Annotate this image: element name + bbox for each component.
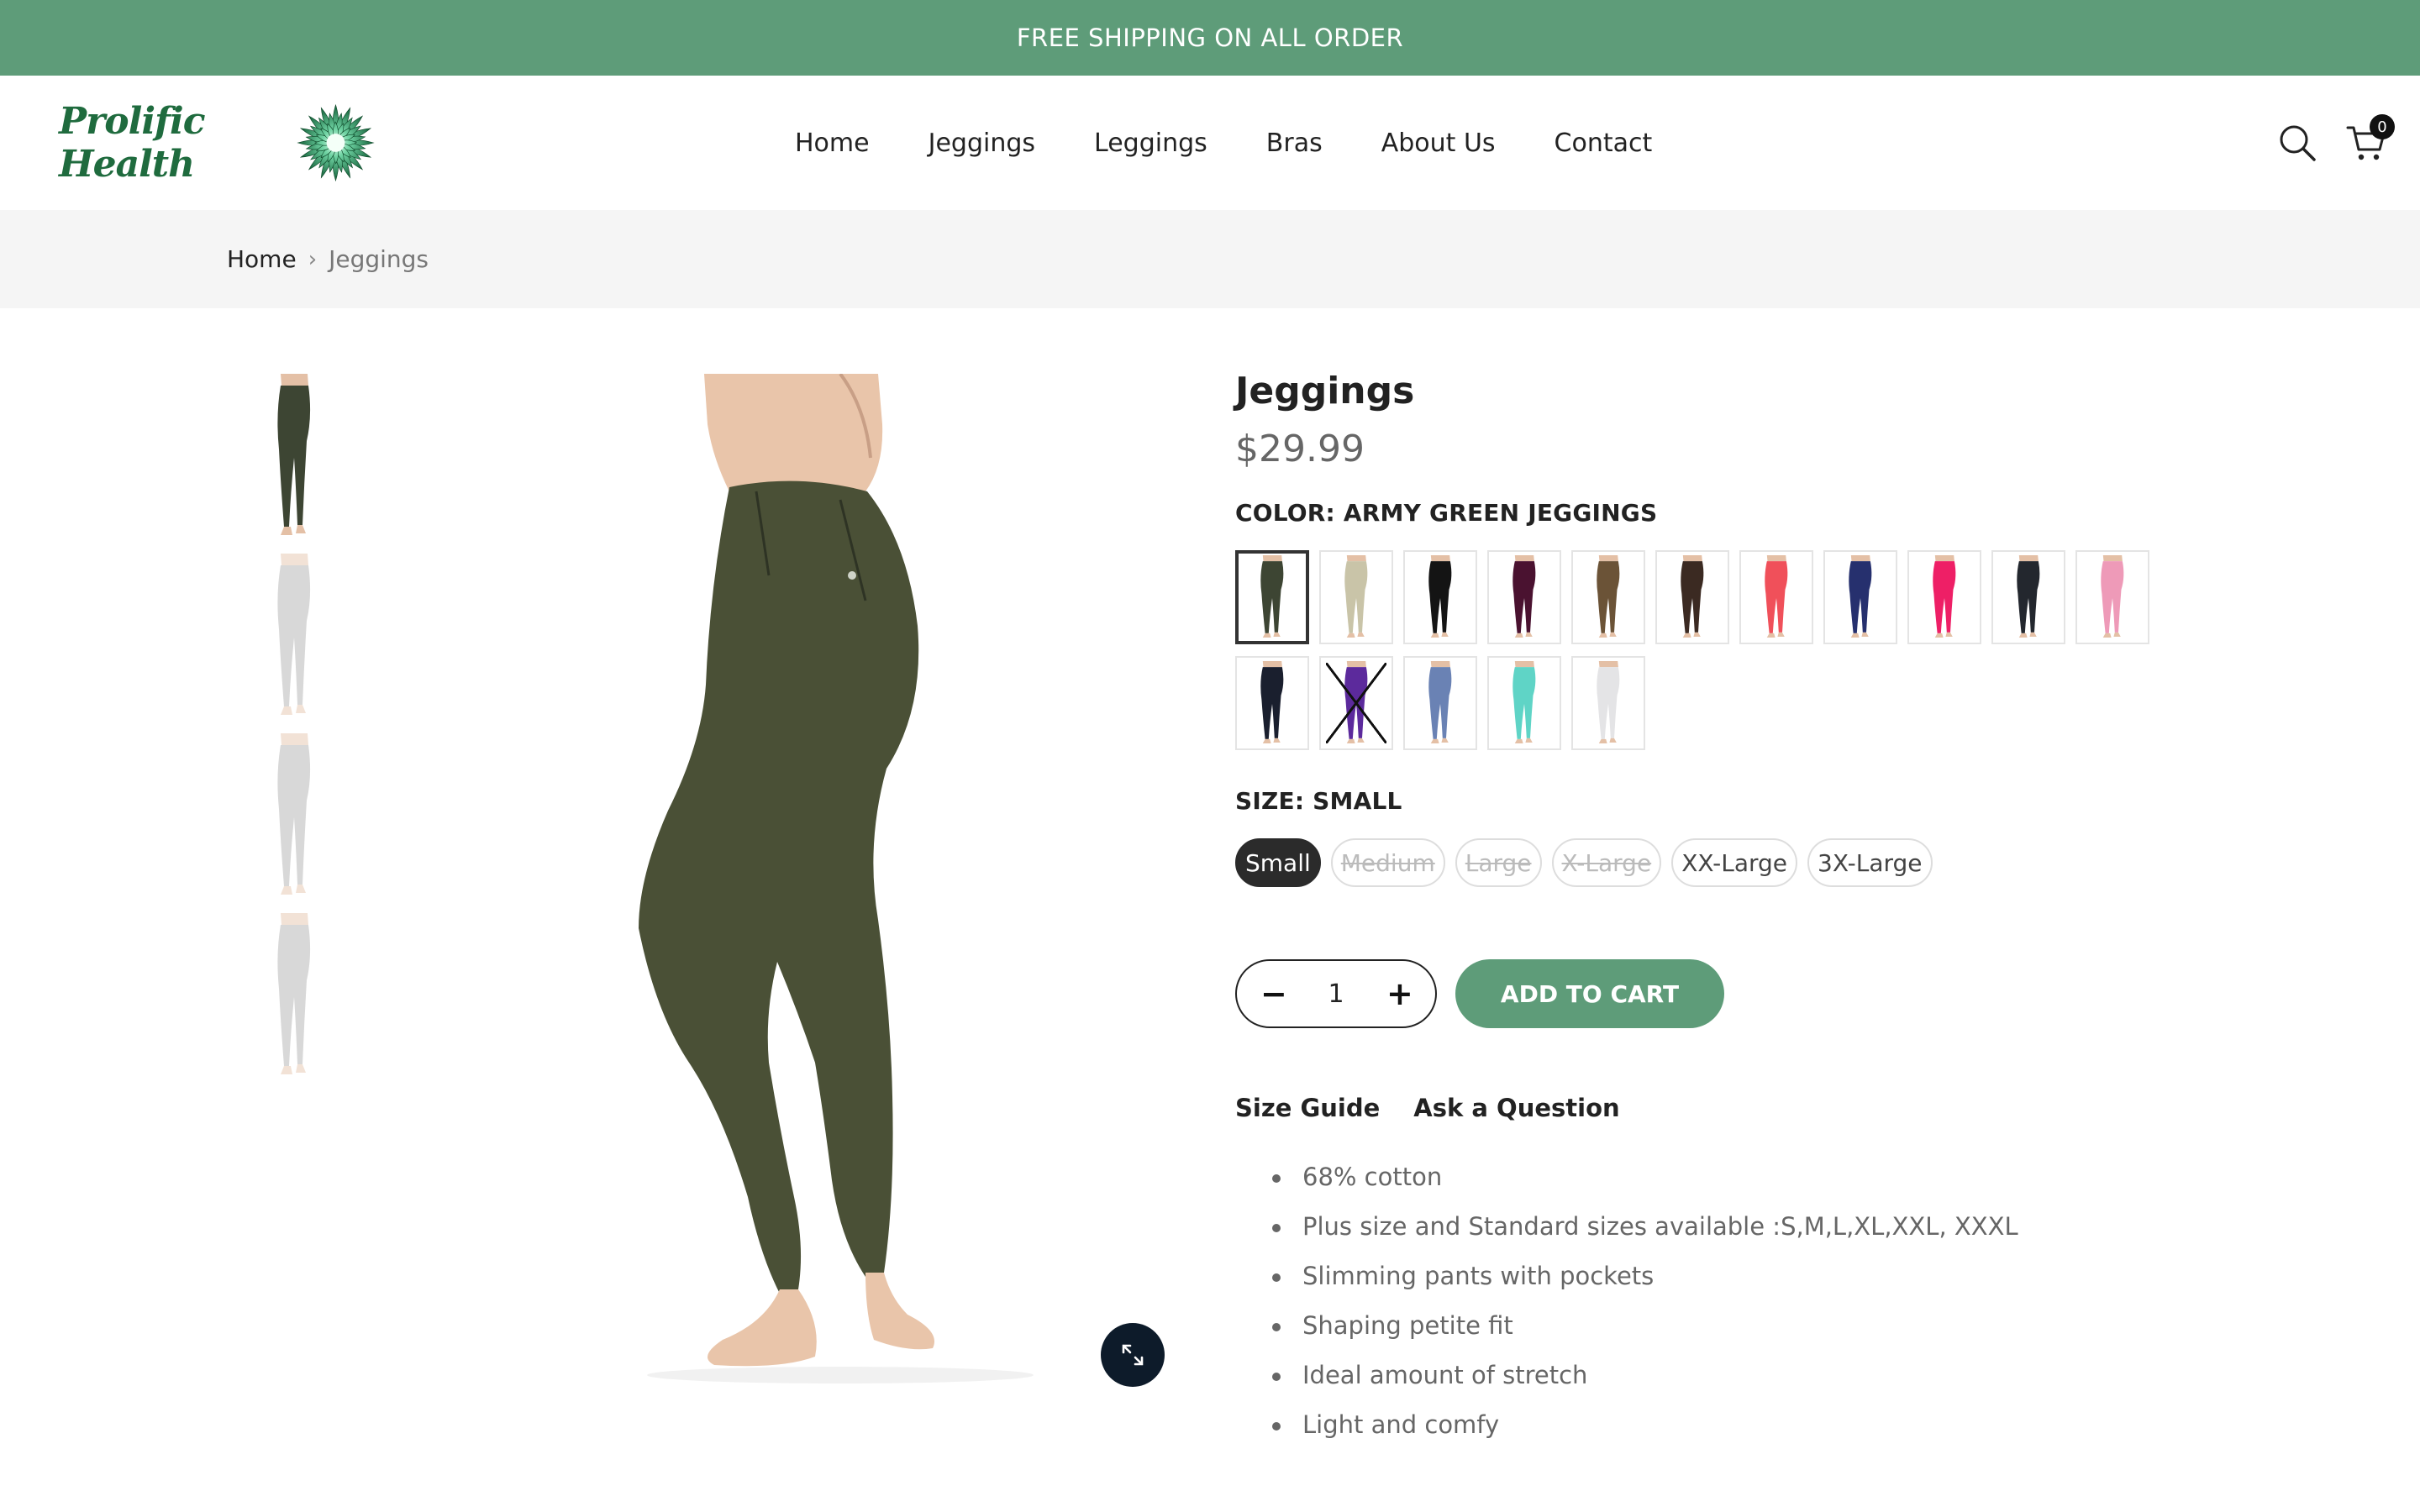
search-icon[interactable] bbox=[2277, 123, 2317, 163]
announcement-text: FREE SHIPPING ON ALL ORDER bbox=[1016, 24, 1404, 52]
color-swatch[interactable] bbox=[1655, 550, 1729, 644]
zoom-expand-button[interactable] bbox=[1101, 1323, 1165, 1387]
color-swatch[interactable] bbox=[1487, 550, 1561, 644]
main-nav: Home Jeggings Leggings Bras About Us Con… bbox=[795, 76, 1652, 210]
product-title: Jeggings bbox=[1235, 370, 1415, 412]
swatch-image bbox=[1597, 661, 1620, 743]
expand-icon bbox=[1122, 1344, 1144, 1366]
nav-leggings[interactable]: Leggings bbox=[1094, 129, 1207, 158]
chevron-right-icon: › bbox=[308, 246, 318, 272]
list-item: 68% cotton bbox=[1272, 1163, 2244, 1191]
color-swatch[interactable] bbox=[1235, 550, 1309, 644]
swatch-image bbox=[1512, 555, 1536, 638]
color-swatch[interactable] bbox=[1319, 550, 1393, 644]
size-option[interactable]: Small bbox=[1235, 838, 1321, 887]
site-header: Prolific Health Home Jeggings Leggings B… bbox=[0, 76, 2420, 210]
nav-contact[interactable]: Contact bbox=[1555, 129, 1653, 158]
color-swatch[interactable] bbox=[1487, 656, 1561, 750]
purchase-row: − + ADD TO CART bbox=[1235, 959, 2244, 1028]
breadcrumb: Home › Jeggings bbox=[0, 210, 2420, 308]
size-option[interactable]: X-Large bbox=[1551, 838, 1662, 887]
color-swatch[interactable] bbox=[1403, 550, 1477, 644]
product-thumbnail[interactable] bbox=[252, 374, 336, 538]
color-label: COLOR: ARMY GREEN JEGGINGS bbox=[1235, 499, 1658, 527]
nav-about-us[interactable]: About Us bbox=[1381, 129, 1496, 158]
swatch-image bbox=[1344, 555, 1368, 638]
list-item: Slimming pants with pockets bbox=[1272, 1262, 2244, 1290]
feature-list: 68% cotton Plus size and Standard sizes … bbox=[1235, 1163, 2244, 1439]
color-swatch[interactable] bbox=[1235, 656, 1309, 750]
color-swatch[interactable] bbox=[1319, 656, 1393, 750]
color-swatch[interactable] bbox=[1571, 656, 1645, 750]
breadcrumb-current: Jeggings bbox=[329, 245, 429, 273]
nav-bras[interactable]: Bras bbox=[1266, 129, 1323, 158]
quantity-input[interactable] bbox=[1311, 979, 1361, 1009]
size-option[interactable]: Medium bbox=[1330, 838, 1445, 887]
color-swatch[interactable] bbox=[2075, 550, 2149, 644]
product-links: Size Guide Ask a Question bbox=[1235, 1094, 2244, 1122]
list-item: Light and comfy bbox=[1272, 1410, 2244, 1439]
swatch-image bbox=[1260, 661, 1284, 743]
logo-text: Prolific Health bbox=[59, 100, 205, 186]
color-swatch[interactable] bbox=[1403, 656, 1477, 750]
product-thumbnail[interactable] bbox=[252, 913, 336, 1078]
swatch-image bbox=[1765, 555, 1788, 638]
quantity-stepper: − + bbox=[1235, 959, 1437, 1028]
breadcrumb-home[interactable]: Home bbox=[227, 245, 297, 273]
size-option[interactable]: XX-Large bbox=[1671, 838, 1798, 887]
announcement-bar: FREE SHIPPING ON ALL ORDER bbox=[0, 0, 2420, 76]
product-thumbnail[interactable] bbox=[252, 554, 336, 718]
minus-icon[interactable]: − bbox=[1260, 975, 1287, 1012]
product-price: $29.99 bbox=[1235, 428, 1365, 470]
main-product-image[interactable] bbox=[588, 374, 1193, 1407]
color-swatch[interactable] bbox=[1739, 550, 1813, 644]
color-swatch[interactable] bbox=[1571, 550, 1645, 644]
thumbnail-gallery bbox=[252, 374, 336, 1093]
swatch-image bbox=[1933, 555, 1956, 638]
swatch-image bbox=[1428, 555, 1452, 638]
color-swatch[interactable] bbox=[1991, 550, 2065, 644]
product-thumbnail[interactable] bbox=[252, 733, 336, 898]
lotus-logo-icon bbox=[297, 103, 375, 182]
size-label: SIZE: SMALL bbox=[1235, 787, 1402, 815]
swatch-image bbox=[1512, 661, 1536, 743]
cart-count-badge: 0 bbox=[2370, 114, 2395, 139]
size-option[interactable]: 3X-Large bbox=[1807, 838, 1933, 887]
color-swatch[interactable] bbox=[1907, 550, 1981, 644]
swatch-image bbox=[2017, 555, 2040, 638]
swatch-image bbox=[1428, 661, 1452, 743]
ask-question-link[interactable]: Ask a Question bbox=[1413, 1094, 1619, 1122]
list-item: Plus size and Standard sizes available :… bbox=[1272, 1212, 2244, 1241]
color-swatches bbox=[1235, 550, 2176, 750]
size-guide-link[interactable]: Size Guide bbox=[1235, 1094, 1380, 1122]
nav-jeggings[interactable]: Jeggings bbox=[929, 129, 1035, 158]
swatch-image bbox=[1260, 555, 1284, 638]
header-actions: 0 bbox=[2277, 76, 2395, 210]
color-swatch[interactable] bbox=[1823, 550, 1897, 644]
add-to-cart-button[interactable]: ADD TO CART bbox=[1455, 959, 1724, 1028]
nav-home[interactable]: Home bbox=[795, 129, 870, 158]
cart-icon[interactable]: 0 bbox=[2346, 114, 2395, 163]
swatch-image bbox=[1597, 555, 1620, 638]
product-info: Jeggings $29.99 COLOR: ARMY GREEN JEGGIN… bbox=[1235, 370, 2244, 1460]
list-item: Ideal amount of stretch bbox=[1272, 1361, 2244, 1389]
size-options: Small Medium Large X-Large XX-Large 3X-Large bbox=[1235, 838, 2244, 887]
swatch-image bbox=[2101, 555, 2124, 638]
swatch-image bbox=[1849, 555, 1872, 638]
swatch-image bbox=[1681, 555, 1704, 638]
plus-icon[interactable]: + bbox=[1386, 975, 1413, 1012]
size-option[interactable]: Large bbox=[1455, 838, 1542, 887]
logo[interactable]: Prolific Health bbox=[59, 84, 378, 202]
list-item: Shaping petite fit bbox=[1272, 1311, 2244, 1340]
swatch-image bbox=[1344, 661, 1368, 743]
